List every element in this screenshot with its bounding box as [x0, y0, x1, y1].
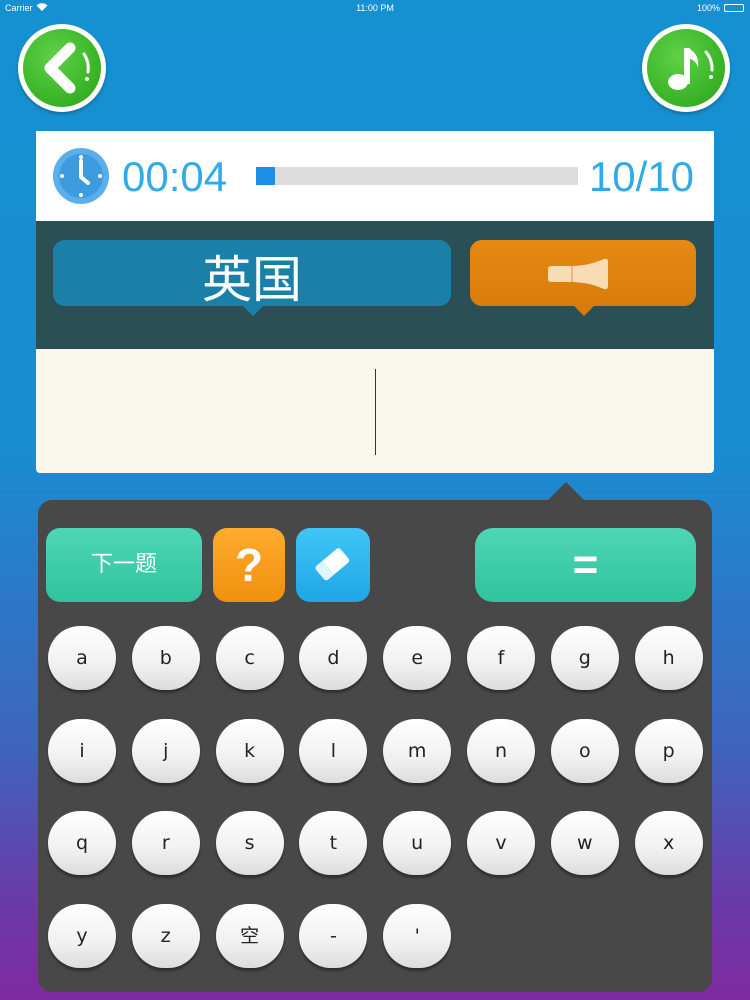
question-counter: 10/10 — [588, 153, 694, 200]
key-1[interactable]: b — [131, 626, 200, 690]
key-25[interactable]: z — [131, 903, 200, 968]
key-23[interactable]: x — [634, 811, 703, 875]
key-6[interactable]: g — [550, 626, 619, 690]
battery-percent: 100% — [696, 3, 720, 13]
hint-button[interactable]: ? — [213, 528, 285, 602]
eraser-icon — [315, 548, 350, 581]
key-18[interactable]: s — [215, 811, 284, 875]
quiz-card: 00:04 10/10 英国 — [36, 131, 714, 473]
word-bubble: 英国 — [53, 240, 451, 316]
key-15[interactable]: p — [634, 718, 703, 783]
key-19[interactable]: t — [299, 811, 368, 875]
elapsed-time: 00:04 — [122, 153, 228, 200]
key-16[interactable]: q — [48, 811, 116, 875]
key-14[interactable]: o — [550, 718, 619, 783]
key-9[interactable]: j — [131, 718, 200, 783]
key-11[interactable]: l — [299, 718, 368, 783]
music-note-icon — [668, 48, 714, 90]
key-4[interactable]: e — [383, 626, 452, 690]
key-7[interactable]: h — [634, 626, 703, 690]
key-2[interactable]: c — [215, 626, 284, 690]
key-26[interactable]: 空 — [215, 903, 284, 968]
key-28[interactable]: ' — [383, 903, 452, 968]
question-word: 英国 — [202, 252, 302, 308]
back-arrow-icon — [44, 42, 90, 94]
progress-fill — [256, 167, 276, 185]
answer-input-area[interactable] — [36, 349, 714, 473]
key-24[interactable]: y — [48, 903, 116, 968]
back-button[interactable] — [18, 24, 106, 112]
erase-button[interactable] — [296, 528, 370, 602]
keyboard-panel: 下一题 ? = a b c d e f g h i j k l m n o p q r s t u v w x y z 空 - ' — [38, 482, 712, 992]
key-13[interactable]: n — [467, 718, 535, 783]
key-27[interactable]: - — [299, 903, 368, 968]
key-10[interactable]: k — [215, 718, 284, 783]
pronounce-button[interactable] — [470, 240, 696, 316]
progress-bar — [256, 167, 578, 185]
key-3[interactable]: d — [299, 626, 368, 690]
key-12[interactable]: m — [383, 718, 452, 783]
text-cursor — [375, 369, 376, 455]
key-8[interactable]: i — [48, 718, 116, 783]
status-bar: Carrier 11:00 PM 100% — [0, 0, 750, 16]
submit-equals-button[interactable]: = — [475, 528, 696, 602]
music-button[interactable] — [642, 24, 730, 112]
key-21[interactable]: v — [467, 811, 535, 875]
speaker-horn-icon — [548, 258, 608, 290]
timer-bar: 00:04 10/10 — [36, 131, 714, 221]
question-panel: 英国 — [36, 221, 714, 349]
key-0[interactable]: a — [48, 626, 116, 690]
battery-icon — [724, 4, 744, 12]
clock-time: 11:00 PM — [356, 3, 394, 13]
key-17[interactable]: r — [131, 811, 200, 875]
key-22[interactable]: w — [550, 811, 619, 875]
key-5[interactable]: f — [467, 626, 535, 690]
next-question-button[interactable]: 下一题 — [46, 528, 202, 602]
key-20[interactable]: u — [383, 811, 452, 875]
clock-icon — [53, 148, 109, 204]
